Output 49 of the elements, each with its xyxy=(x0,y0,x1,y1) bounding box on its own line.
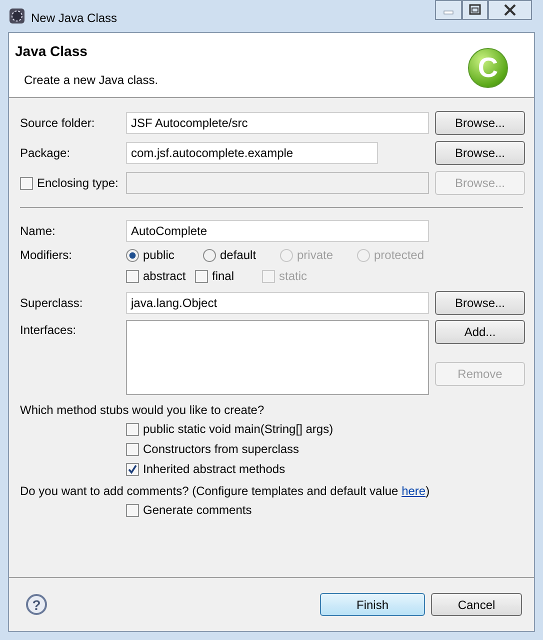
checkbox[interactable] xyxy=(20,176,33,190)
field-label: Interfaces: xyxy=(20,322,78,339)
browse-button[interactable]: Browse... xyxy=(435,291,525,315)
interfaces-list[interactable] xyxy=(126,320,429,395)
add-button[interactable]: Add... xyxy=(435,320,525,344)
checkbox[interactable] xyxy=(126,504,139,516)
checkbox-label: Inherited abstract methods xyxy=(143,461,286,478)
page-description: Create a new Java class. xyxy=(24,72,158,89)
page-title: Java Class xyxy=(15,42,88,61)
checkbox-label: abstract xyxy=(143,268,186,285)
radio-label: private xyxy=(297,247,334,264)
checkbox-label: Constructors from superclass xyxy=(143,441,300,458)
checkbox-label: Generate comments xyxy=(143,502,252,519)
radio-button[interactable] xyxy=(126,248,139,262)
radio-label: default xyxy=(220,247,256,264)
checkbox-label: final xyxy=(212,268,234,285)
checkbox-label: public static void main(String[] args) xyxy=(143,421,334,438)
checkbox[interactable] xyxy=(126,462,139,476)
section-question: Which method stubs would you like to create? xyxy=(20,402,266,419)
maximize-button[interactable] xyxy=(462,0,488,20)
cancel-button[interactable]: Cancel xyxy=(431,593,522,616)
checkbox-label: Enclosing type: xyxy=(37,175,118,192)
radio-label: protected xyxy=(374,247,424,264)
field-label: Name: xyxy=(20,223,56,240)
radio-button[interactable] xyxy=(203,248,216,262)
finish-button[interactable]: Finish xyxy=(320,593,425,616)
class-logo-icon: C xyxy=(468,48,508,88)
checkbox[interactable] xyxy=(126,422,139,436)
checkbox-label: static xyxy=(279,268,308,285)
help-icon[interactable]: ? xyxy=(26,594,47,615)
browse-button[interactable]: Browse... xyxy=(435,111,525,135)
field-label: Modifiers: xyxy=(20,247,74,264)
templates-link[interactable]: here xyxy=(402,484,426,498)
field-label: Source folder: xyxy=(20,115,96,132)
checkbox[interactable] xyxy=(126,270,139,282)
source-folder-field[interactable]: JSF Autocomplete/src xyxy=(126,112,429,134)
field-label: Superclass: xyxy=(20,295,84,312)
field-label: Package: xyxy=(20,145,72,162)
superclass-field[interactable]: java.lang.Object xyxy=(126,292,429,314)
radio-label: public xyxy=(143,247,174,264)
browse-button[interactable]: Browse... xyxy=(435,141,525,165)
window-title: New Java Class xyxy=(31,10,118,27)
close-button[interactable] xyxy=(488,0,532,20)
checkbox[interactable] xyxy=(126,442,139,456)
section-question: Do you want to add comments? (Configure templates and default value here) xyxy=(20,483,431,500)
name-field[interactable]: AutoComplete xyxy=(126,220,429,242)
app-icon xyxy=(9,8,25,24)
checkbox[interactable] xyxy=(195,270,208,282)
package-field[interactable]: com.jsf.autocomplete.example xyxy=(126,142,378,164)
